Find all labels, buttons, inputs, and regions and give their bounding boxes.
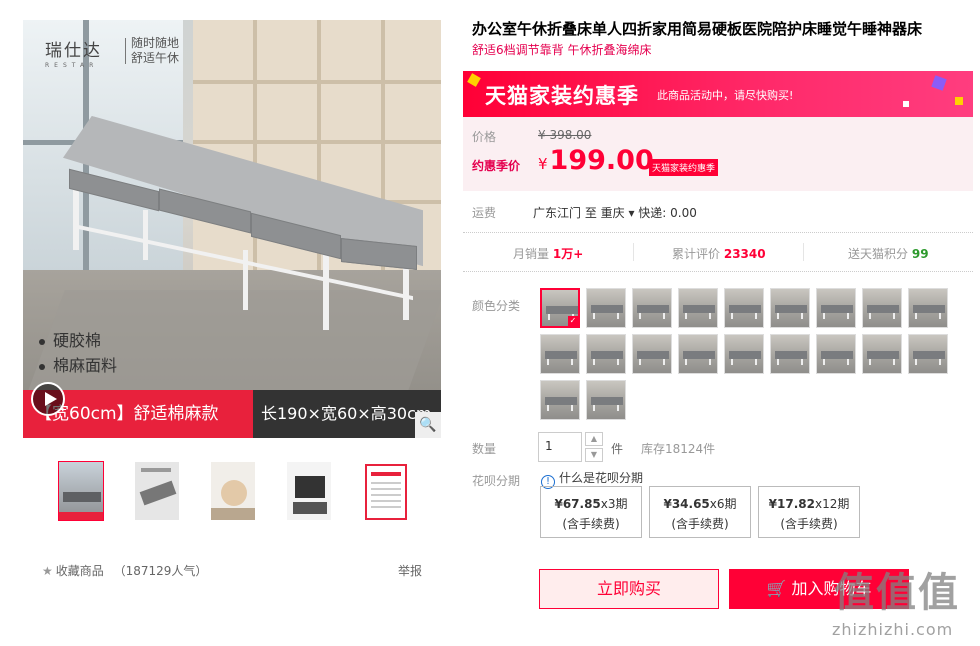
installment-plan-6[interactable]: ¥34.65x6期 (含手续费) (649, 486, 751, 538)
color-swatch[interactable] (678, 334, 718, 374)
stock-count: 库存18124件 (641, 442, 716, 456)
installment-plan-12[interactable]: ¥17.82x12期 (含手续费) (758, 486, 860, 538)
feature-bullet: 棉麻面料 (53, 356, 118, 375)
thumbnail[interactable] (362, 461, 408, 521)
color-swatch[interactable] (724, 288, 764, 328)
original-price: ¥ 398.00 (538, 128, 592, 142)
color-swatch[interactable] (816, 334, 856, 374)
color-swatch[interactable] (862, 334, 902, 374)
color-swatch[interactable] (816, 288, 856, 328)
quantity-increase-button[interactable]: ▲ (585, 432, 603, 446)
thumbnail[interactable] (210, 461, 256, 521)
promo-headline: 天猫家装约惠季 (485, 84, 639, 108)
brand-name-en: RESTAR (45, 62, 99, 69)
watermark: 值值值 zhizhizhi.com (820, 560, 980, 646)
deal-price: ¥199.00 (538, 145, 654, 176)
watermark-glyphs: 值值值 (834, 570, 960, 616)
product-subtitle: 舒适6档调节靠背 午休折叠海绵床 (472, 43, 652, 57)
color-swatch[interactable] (586, 288, 626, 328)
quantity-label: 数量 (472, 442, 497, 456)
quantity-input[interactable]: 1 (538, 432, 582, 462)
color-swatch[interactable] (770, 288, 810, 328)
feature-bullet: 硬胶棉 (53, 331, 102, 350)
color-swatch[interactable] (770, 334, 810, 374)
banner-dimensions: 长190×宽60×高30cm (253, 390, 441, 438)
main-product-image[interactable]: 瑞仕达 RESTAR 随时随地 舒适午休 硬胶棉 棉麻面料 【宽60cm】舒适棉… (23, 20, 441, 438)
color-swatch[interactable] (678, 288, 718, 328)
buy-now-button[interactable]: 立即购买 (539, 569, 719, 609)
color-option-label: 颜色分类 (472, 299, 521, 313)
thumbnail[interactable] (286, 461, 332, 521)
zoom-icon[interactable]: 🔍 (415, 412, 441, 438)
shipping-label: 运费 (472, 206, 497, 220)
sales-stats: 月销量 1万+ 累计评价 23340 送天猫积分 99 (463, 232, 973, 272)
play-video-icon[interactable] (31, 382, 65, 416)
quantity-decrease-button[interactable]: ▼ (585, 448, 603, 462)
thumbnail[interactable] (134, 461, 180, 521)
color-swatch[interactable] (586, 334, 626, 374)
feature-bullets: 硬胶棉 棉麻面料 (39, 328, 117, 378)
reward-points: 送天猫积分 99 (848, 247, 929, 261)
color-swatch[interactable] (632, 334, 672, 374)
shipping-destination-select[interactable]: 广东江门 至 重庆 ▾ 快递: 0.00 (533, 204, 697, 221)
star-icon: ★ (42, 564, 53, 578)
installment-plan-3[interactable]: ¥67.85x3期 (含手续费) (540, 486, 642, 538)
color-swatch[interactable] (632, 288, 672, 328)
monthly-sales: 月销量 1万+ (513, 247, 584, 261)
color-swatch[interactable] (724, 334, 764, 374)
thumbnail[interactable] (58, 461, 104, 521)
color-swatch[interactable] (540, 380, 580, 420)
deal-tag: 天猫家装约惠季 (649, 159, 719, 176)
color-swatch[interactable] (908, 288, 948, 328)
installment-label: 花呗分期 (472, 474, 521, 488)
watermark-site: zhizhizhi.com (832, 620, 954, 639)
color-swatch[interactable]: ✓ (540, 288, 580, 328)
favorite-count: （187129人气） (113, 564, 208, 578)
promo-note: 此商品活动中，请尽快购买! (657, 89, 794, 102)
review-count[interactable]: 累计评价 23340 (672, 245, 766, 262)
brand-slogan: 随时随地 舒适午休 (131, 36, 180, 65)
color-swatch[interactable] (908, 334, 948, 374)
product-title: 办公室午休折叠床单人四折家用简易硬板医院陪护床睡觉午睡神器床 (472, 20, 923, 38)
favorite-button[interactable]: ★ 收藏商品 （187129人气） (42, 562, 207, 579)
promo-banner: 天猫家装约惠季 此商品活动中，请尽快购买! (463, 71, 973, 117)
brand-name: 瑞仕达 (45, 41, 102, 61)
check-icon: ✓ (568, 316, 578, 326)
report-link[interactable]: 举报 (398, 562, 422, 579)
color-swatch[interactable] (586, 380, 626, 420)
color-swatch[interactable] (540, 334, 580, 374)
cart-icon: 🛒 (766, 579, 787, 598)
color-swatch[interactable] (862, 288, 902, 328)
quantity-unit: 件 (611, 442, 624, 456)
price-label: 价格 (472, 130, 497, 144)
deal-price-label: 约惠季价 (472, 159, 521, 173)
brand-logo: 瑞仕达 RESTAR 随时随地 舒适午休 (45, 36, 179, 69)
